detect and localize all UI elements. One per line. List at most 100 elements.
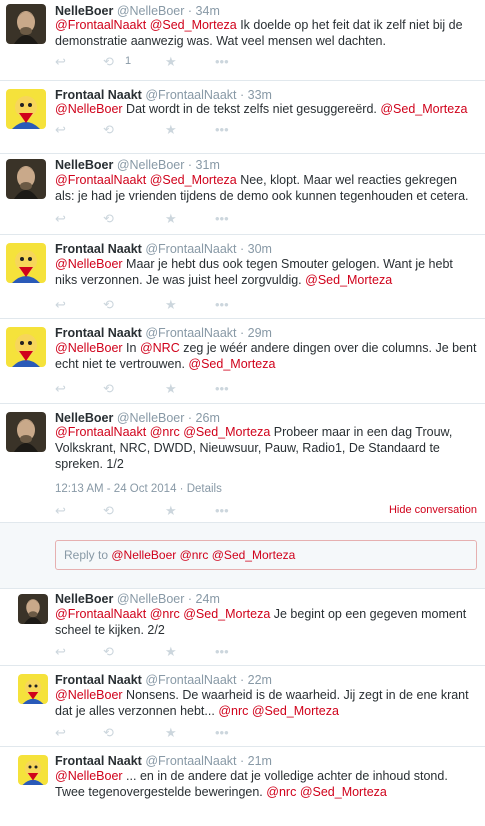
mention-link[interactable]: @FrontaalNaakt [55, 173, 146, 187]
star-icon[interactable]: ★ [165, 644, 177, 660]
author-name[interactable]: Frontaal Naakt [55, 673, 142, 687]
mention-link[interactable]: @nrc [150, 425, 180, 439]
mention-link[interactable]: @Sed_Morteza [150, 173, 237, 187]
author-handle[interactable]: @FrontaalNaakt [145, 88, 236, 102]
reply-icon[interactable]: ↩ [55, 381, 66, 397]
avatar-frontaalnaakt[interactable] [18, 755, 48, 785]
retweet-icon[interactable]: ⟲ [103, 503, 114, 519]
tweet-time[interactable]: · 24m [188, 592, 220, 606]
avatar-nelleboer[interactable] [18, 594, 48, 624]
reply-icon[interactable]: ↩ [55, 725, 66, 741]
avatar-frontaalnaakt[interactable] [6, 327, 46, 367]
mention-link[interactable]: @Sed_Morteza [305, 273, 392, 287]
author-handle[interactable]: @FrontaalNaakt [145, 754, 236, 768]
star-icon[interactable]: ★ [165, 503, 177, 519]
tweet-timestamp[interactable]: 12:13 AM - 24 Oct 2014 [55, 483, 176, 495]
avatar-nelleboer[interactable] [6, 412, 46, 452]
retweet-icon[interactable]: ⟲ [103, 54, 114, 70]
author-name[interactable]: Frontaal Naakt [55, 326, 142, 340]
more-icon[interactable]: ••• [215, 211, 229, 226]
more-icon[interactable]: ••• [215, 297, 229, 312]
tweet-time[interactable]: · 26m [188, 411, 220, 425]
more-icon[interactable]: ••• [215, 54, 229, 69]
star-icon[interactable]: ★ [165, 211, 177, 227]
avatar-frontaalnaakt[interactable] [18, 674, 48, 704]
reply-icon[interactable]: ↩ [55, 122, 66, 138]
reply-input[interactable]: Reply to @NelleBoer @nrc @Sed_Morteza [55, 540, 477, 570]
more-icon[interactable]: ••• [215, 725, 229, 740]
mention-link[interactable]: @NelleBoer [55, 769, 123, 783]
avatar-nelleboer[interactable] [6, 159, 46, 199]
avatar-frontaalnaakt[interactable] [6, 243, 46, 283]
tweet-time[interactable]: · 31m [188, 158, 220, 172]
tweet: Frontaal Naakt @FrontaalNaakt · 22m @Nel… [0, 666, 485, 746]
star-icon[interactable]: ★ [165, 122, 177, 138]
mention-link[interactable]: @FrontaalNaakt [55, 607, 146, 621]
tweet-time[interactable]: · 34m [188, 4, 220, 18]
tweet-time[interactable]: · 21m [240, 754, 272, 768]
details-link[interactable]: Details [187, 483, 222, 495]
mention-link[interactable]: @nrc [218, 704, 248, 718]
mention-link[interactable]: @NelleBoer [55, 688, 123, 702]
author-name[interactable]: Frontaal Naakt [55, 754, 142, 768]
mention-link[interactable]: @Sed_Morteza [380, 102, 467, 116]
author-handle[interactable]: @NelleBoer [117, 4, 185, 18]
mention-link[interactable]: @FrontaalNaakt [55, 18, 146, 32]
hide-conversation-link[interactable]: Hide conversation [389, 504, 477, 516]
retweet-icon[interactable]: ⟲ [103, 725, 114, 741]
reply-icon[interactable]: ↩ [55, 503, 66, 519]
star-icon[interactable]: ★ [165, 725, 177, 741]
divider [0, 522, 485, 523]
mention-link[interactable]: @Sed_Morteza [183, 425, 270, 439]
mention-link[interactable]: @Sed_Morteza [183, 607, 270, 621]
author-name[interactable]: NelleBoer [55, 158, 113, 172]
star-icon[interactable]: ★ [165, 54, 177, 70]
author-name[interactable]: NelleBoer [55, 592, 113, 606]
mention-link[interactable]: @NRC [140, 341, 180, 355]
retweet-icon[interactable]: ⟲ [103, 211, 114, 227]
more-icon[interactable]: ••• [215, 503, 229, 518]
mention-link[interactable]: @FrontaalNaakt [55, 425, 146, 439]
tweet-time[interactable]: · 29m [240, 326, 272, 340]
mention-link[interactable]: @Sed_Morteza [150, 18, 237, 32]
tweet-text: @NelleBoer In @NRC zeg je wéér andere di… [55, 341, 477, 371]
mention-link[interactable]: @nrc [266, 785, 296, 799]
mention-link[interactable]: @NelleBoer [55, 341, 123, 355]
more-icon[interactable]: ••• [215, 381, 229, 396]
mention-link[interactable]: @Sed_Morteza [252, 704, 339, 718]
reply-icon[interactable]: ↩ [55, 644, 66, 660]
author-handle[interactable]: @NelleBoer [117, 158, 185, 172]
author-name[interactable]: NelleBoer [55, 4, 113, 18]
retweet-icon[interactable]: ⟲ [103, 381, 114, 397]
reply-icon[interactable]: ↩ [55, 297, 66, 313]
retweet-icon[interactable]: ⟲ [103, 297, 114, 313]
more-icon[interactable]: ••• [215, 644, 229, 659]
retweet-icon[interactable]: ⟲ [103, 644, 114, 660]
mention-link[interactable]: @NelleBoer [55, 102, 123, 116]
avatar-nelleboer[interactable] [6, 4, 46, 44]
mention-link[interactable]: @NelleBoer [55, 257, 123, 271]
star-icon[interactable]: ★ [165, 381, 177, 397]
more-icon[interactable]: ••• [215, 122, 229, 137]
author-handle[interactable]: @NelleBoer [117, 592, 185, 606]
avatar-frontaalnaakt[interactable] [6, 89, 46, 129]
author-name[interactable]: NelleBoer [55, 411, 113, 425]
reply-mentions: @NelleBoer @nrc @Sed_Morteza [111, 548, 296, 562]
author-name[interactable]: Frontaal Naakt [55, 88, 142, 102]
tweet-time[interactable]: · 30m [240, 242, 272, 256]
author-handle[interactable]: @FrontaalNaakt [145, 673, 236, 687]
mention-link[interactable]: @Sed_Morteza [300, 785, 387, 799]
tweet: Frontaal Naakt @FrontaalNaakt · 29m @Nel… [0, 319, 485, 403]
retweet-icon[interactable]: ⟲ [103, 122, 114, 138]
author-handle[interactable]: @FrontaalNaakt [145, 242, 236, 256]
star-icon[interactable]: ★ [165, 297, 177, 313]
mention-link[interactable]: @nrc [150, 607, 180, 621]
author-handle[interactable]: @NelleBoer [117, 411, 185, 425]
tweet-time[interactable]: · 33m [240, 88, 272, 102]
reply-icon[interactable]: ↩ [55, 54, 66, 70]
reply-icon[interactable]: ↩ [55, 211, 66, 227]
author-name[interactable]: Frontaal Naakt [55, 242, 142, 256]
author-handle[interactable]: @FrontaalNaakt [145, 326, 236, 340]
mention-link[interactable]: @Sed_Morteza [188, 357, 275, 371]
tweet-time[interactable]: · 22m [240, 673, 272, 687]
